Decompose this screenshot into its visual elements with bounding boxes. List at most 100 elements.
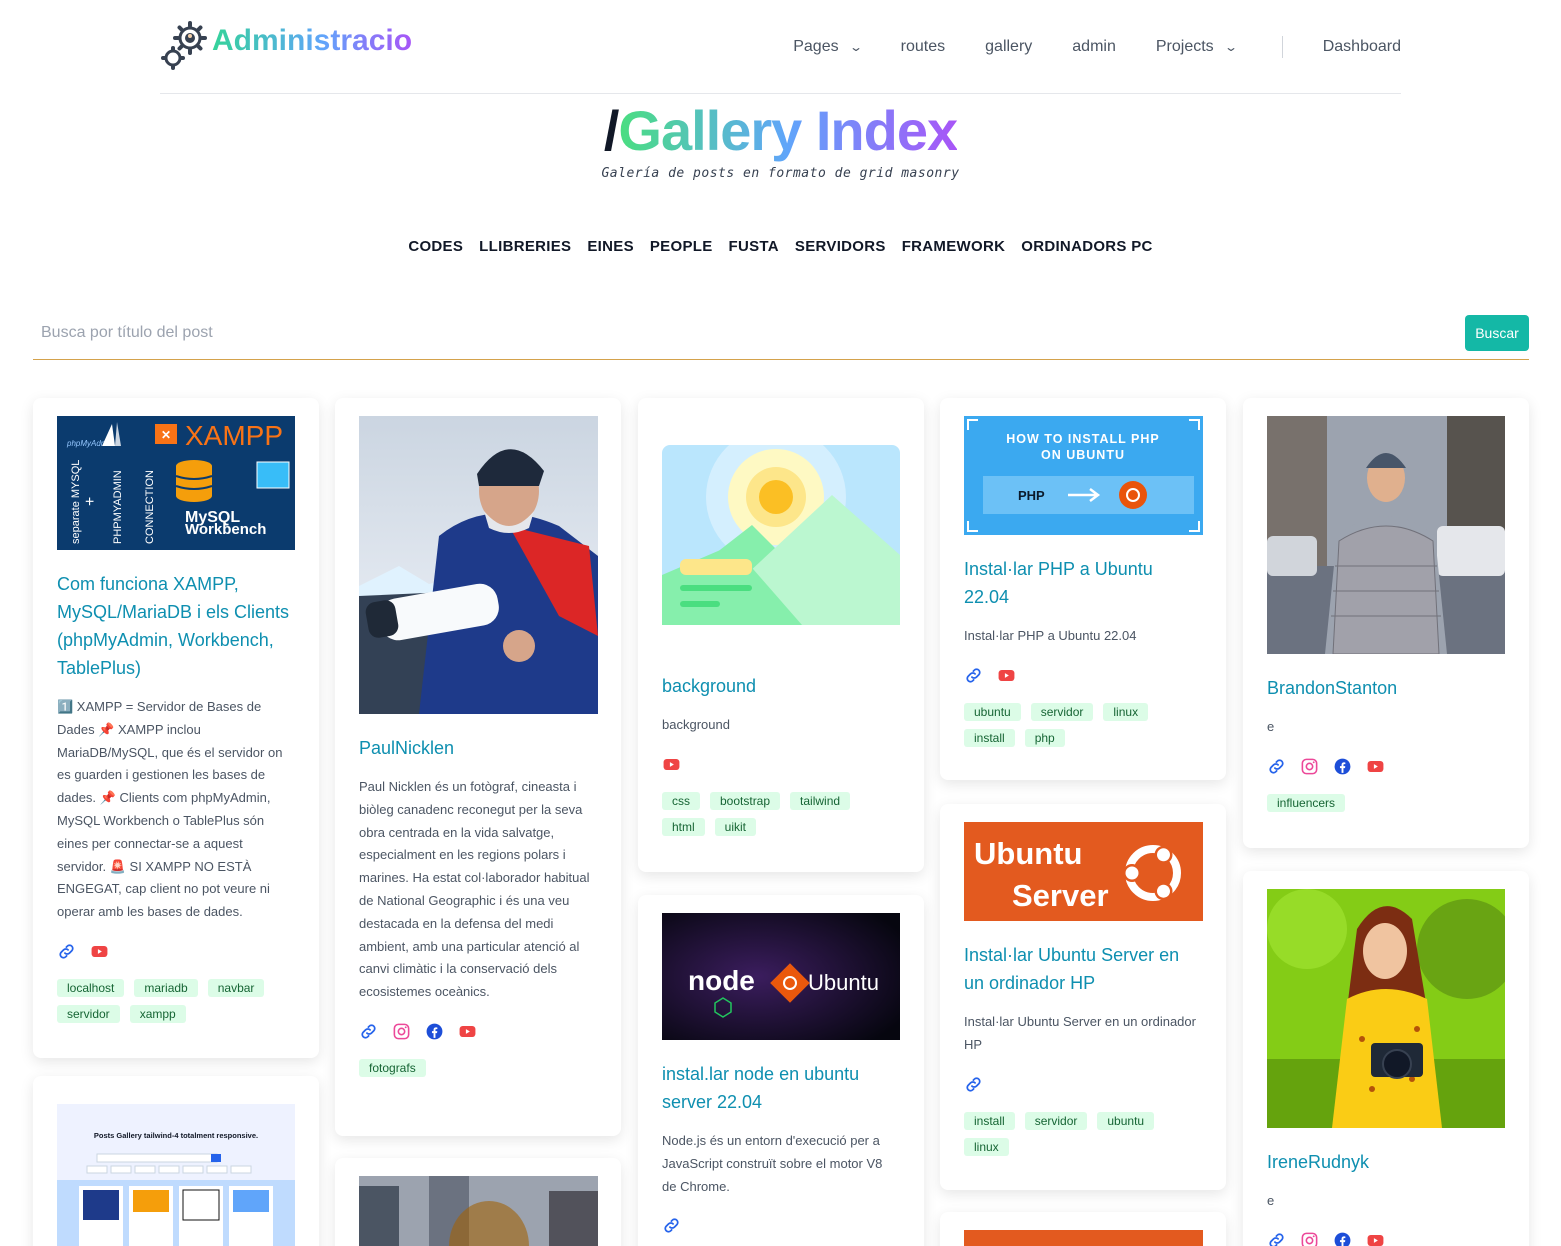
tag[interactable]: servidor (1024, 1111, 1088, 1130)
post-card-gallery: Posts Gallery tailwind-4 totalment respo… (33, 1076, 319, 1246)
php-thumb-label: PHP (1018, 488, 1045, 503)
link-icon[interactable] (662, 1216, 681, 1235)
tag[interactable]: linux (964, 1137, 1009, 1156)
tag[interactable]: influencers (1267, 793, 1346, 812)
tag[interactable]: localhost (57, 978, 125, 997)
tag[interactable]: servidor (57, 1004, 120, 1023)
link-icon[interactable] (359, 1022, 378, 1041)
tag[interactable]: fotografs (359, 1058, 426, 1077)
search-button[interactable]: Buscar (1465, 315, 1529, 351)
post-title[interactable]: Com funciona XAMPP, MySQL/MariaDB i els … (57, 570, 295, 682)
post-thumbnail[interactable] (359, 1176, 598, 1246)
category-ordinadors-pc[interactable]: ORDINADORS PC (1021, 238, 1152, 255)
tag[interactable]: ubuntu (1097, 1111, 1155, 1130)
post-thumbnail[interactable]: Ubuntu Server (964, 822, 1203, 921)
facebook-icon[interactable] (1333, 1231, 1352, 1246)
post-thumbnail[interactable]: Posts Gallery tailwind-4 totalment respo… (57, 1094, 295, 1246)
nav-admin-label: admin (1072, 38, 1116, 55)
youtube-icon[interactable] (1366, 1231, 1385, 1246)
nav-gallery[interactable]: gallery (985, 38, 1032, 56)
category-people[interactable]: PEOPLE (650, 238, 713, 255)
gears-logo-icon (161, 21, 207, 70)
woman-camera-photo (1267, 889, 1505, 1128)
ubuntu-thumb-line1: Ubuntu (974, 836, 1082, 871)
category-eines[interactable]: EINES (587, 238, 634, 255)
post-title[interactable]: instal.lar node en ubuntu server 22.04 (662, 1060, 900, 1116)
nav-pages[interactable]: Pages ⌄ (793, 38, 862, 56)
post-description: Instal·lar PHP a Ubuntu 22.04 (964, 628, 1137, 643)
tag[interactable]: linux (1103, 702, 1149, 721)
link-icon[interactable] (57, 942, 76, 961)
post-card-ubuntu-next (940, 1212, 1226, 1246)
category-fusta[interactable]: FUSTA (729, 238, 779, 255)
tag[interactable]: uikit (714, 817, 757, 836)
post-description: 1️⃣ XAMPP = Servidor de Bases de Dades 📌… (57, 699, 283, 920)
nav-routes[interactable]: routes (901, 38, 945, 56)
post-thumbnail[interactable]: ✕ XAMPP MySQL Workbench phpMyAdmin separ… (57, 416, 295, 550)
post-thumbnail[interactable] (1267, 416, 1505, 654)
post-title[interactable]: background (662, 672, 900, 700)
post-title[interactable]: Instal·lar PHP a Ubuntu 22.04 (964, 555, 1202, 611)
post-tags: localhost mariadb navbar servidor xampp (57, 978, 295, 1023)
youtube-icon[interactable] (662, 755, 681, 774)
photographer-photo (359, 416, 598, 714)
post-title[interactable]: PaulNicklen (359, 734, 597, 762)
page-subtitle: Galería de posts en formato de grid maso… (601, 166, 960, 181)
tag[interactable]: tailwind (790, 791, 851, 810)
post-thumbnail[interactable] (359, 416, 598, 714)
post-links (1267, 1231, 1505, 1246)
youtube-icon[interactable] (997, 666, 1016, 685)
youtube-icon[interactable] (1366, 757, 1385, 776)
post-thumbnail[interactable] (1267, 889, 1505, 1128)
nav-dashboard[interactable]: Dashboard (1323, 38, 1401, 56)
node-thumb-sub: Ubuntu (808, 970, 879, 995)
link-icon[interactable] (1267, 1231, 1286, 1246)
post-thumbnail[interactable]: HOW TO INSTALL PHP ON UBUNTU PHP (964, 416, 1203, 535)
nav-projects-label: Projects (1155, 38, 1214, 55)
tag[interactable]: bootstrap (710, 791, 781, 810)
tag[interactable]: install (964, 728, 1015, 747)
link-icon[interactable] (1267, 757, 1286, 776)
nav-admin[interactable]: admin (1072, 38, 1116, 56)
youtube-icon[interactable] (458, 1022, 477, 1041)
tag[interactable]: html (662, 817, 705, 836)
category-servidors[interactable]: SERVIDORS (795, 238, 886, 255)
category-llibreries[interactable]: LLIBRERIES (479, 238, 571, 255)
tag[interactable]: xampp (129, 1004, 186, 1023)
link-icon[interactable] (964, 666, 983, 685)
post-thumbnail[interactable] (662, 445, 900, 625)
nav-projects[interactable]: Projects ⌄ (1155, 38, 1238, 56)
svg-text:Workbench: Workbench (185, 521, 266, 538)
instagram-icon[interactable] (1300, 757, 1319, 776)
tag[interactable]: css (662, 791, 700, 810)
post-title[interactable]: IreneRudnyk (1267, 1148, 1505, 1176)
node-ubuntu-image: node Ubuntu (662, 913, 900, 1040)
tag[interactable]: mariadb (134, 978, 198, 997)
category-framework[interactable]: FRAMEWORK (902, 238, 1006, 255)
post-thumbnail[interactable] (964, 1230, 1203, 1246)
post-links (1267, 757, 1505, 776)
link-icon[interactable] (964, 1075, 983, 1094)
post-links (964, 1075, 1202, 1094)
category-filter: CODES LLIBRERIES EINES PEOPLE FUSTA SERV… (0, 238, 1561, 255)
post-title[interactable]: Instal·lar Ubuntu Server en un ordinador… (964, 941, 1202, 997)
svg-text:✕: ✕ (161, 428, 171, 442)
nav-dashboard-label: Dashboard (1322, 38, 1401, 55)
tag[interactable]: navbar (207, 978, 265, 997)
logo[interactable]: Administracio (160, 20, 412, 72)
facebook-icon[interactable] (1333, 757, 1352, 776)
youtube-icon[interactable] (90, 942, 109, 961)
tag[interactable]: servidor (1030, 702, 1094, 721)
instagram-icon[interactable] (392, 1022, 411, 1041)
facebook-icon[interactable] (425, 1022, 444, 1041)
nav-divider (1281, 36, 1283, 58)
search-input[interactable] (33, 312, 1453, 354)
tag[interactable]: ubuntu (964, 702, 1021, 721)
instagram-icon[interactable] (1300, 1231, 1319, 1246)
tag[interactable]: php (1024, 728, 1065, 747)
tag[interactable]: install (964, 1111, 1015, 1130)
category-codes[interactable]: CODES (408, 238, 463, 255)
php-ubuntu-image: HOW TO INSTALL PHP ON UBUNTU PHP (964, 416, 1203, 535)
post-thumbnail[interactable]: node Ubuntu (662, 913, 900, 1040)
post-title[interactable]: BrandonStanton (1267, 674, 1505, 702)
